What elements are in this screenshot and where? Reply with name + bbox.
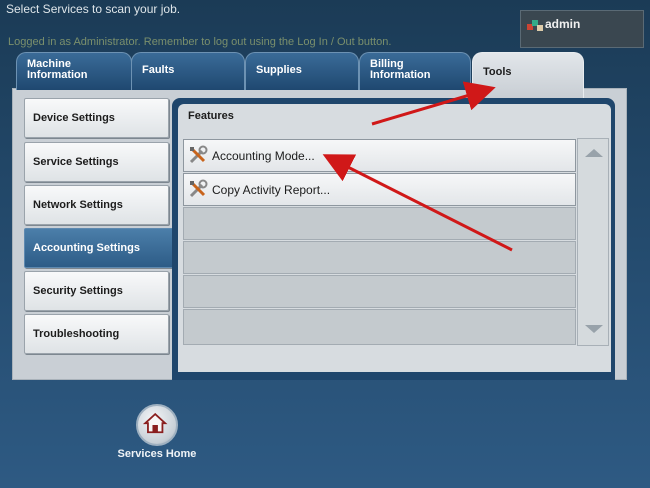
arrow-to-accounting-mode xyxy=(322,154,513,252)
device-screen: Select Services to scan your job. Logged… xyxy=(0,0,650,488)
annotation-arrows xyxy=(322,81,513,252)
arrow-to-tools-tab xyxy=(371,81,496,126)
